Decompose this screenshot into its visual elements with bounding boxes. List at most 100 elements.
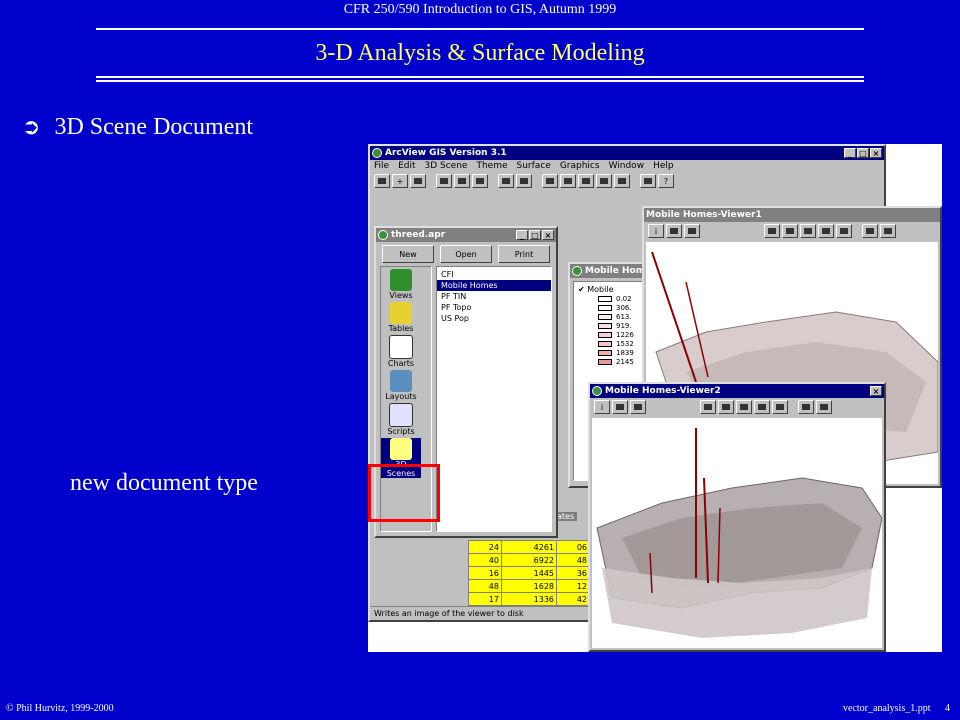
menu-graphics[interactable]: Graphics: [560, 161, 600, 171]
save-image-icon[interactable]: [816, 400, 832, 414]
zoom-in-icon[interactable]: [596, 174, 612, 188]
globe-icon: [390, 269, 412, 291]
title-rule-top: [96, 76, 864, 78]
viewer2-title: Mobile Homes-Viewer2: [605, 386, 721, 396]
zoom-extent-icon[interactable]: [736, 400, 752, 414]
legend-row: 1226: [574, 330, 652, 339]
doc-type-tables[interactable]: Tables: [381, 302, 421, 333]
layer-icon[interactable]: [764, 224, 780, 238]
menu-3d-scene[interactable]: 3D Scene: [425, 161, 468, 171]
list-item[interactable]: US Pop: [437, 313, 551, 324]
menu-edit[interactable]: Edit: [398, 161, 415, 171]
legend-row: 1839: [574, 348, 652, 357]
maximize-button[interactable]: □: [857, 148, 869, 158]
zoom-in-icon[interactable]: [754, 400, 770, 414]
arcview-globe-icon: [372, 148, 382, 158]
list-item[interactable]: PF TIN: [437, 291, 551, 302]
footer-filename: vector_analysis_1.ppt: [843, 703, 931, 714]
slide-title: 3-D Analysis & Surface Modeling: [315, 40, 645, 66]
find-icon[interactable]: [498, 174, 514, 188]
new-button[interactable]: New: [382, 245, 434, 263]
slide-header: CFR 250/590 Introduction to GIS, Autumn …: [343, 2, 617, 17]
table-row[interactable]: 24 4261 06: [468, 540, 590, 554]
info-icon[interactable]: i: [648, 224, 664, 238]
table-grid-icon: [390, 302, 412, 324]
viewer1-titlebar[interactable]: Mobile Homes-Viewer1: [644, 208, 940, 222]
project-titlebar[interactable]: threed.apr _ □ ×: [376, 228, 556, 242]
project-minimize-button[interactable]: _: [516, 230, 528, 240]
table-row[interactable]: 16 1445 36: [468, 566, 590, 580]
layer-icon[interactable]: [700, 400, 716, 414]
info-icon[interactable]: i: [594, 400, 610, 414]
viewer2-canvas[interactable]: [592, 418, 882, 648]
list-item-selected[interactable]: Mobile Homes: [437, 280, 551, 291]
menu-surface[interactable]: Surface: [517, 161, 551, 171]
layer-stack-icon[interactable]: [782, 224, 798, 238]
query-icon[interactable]: [516, 174, 532, 188]
zoom-out-icon[interactable]: [772, 400, 788, 414]
footer-copyright: © Phil Hurvitz, 1999-2000: [6, 703, 114, 714]
table-row[interactable]: 48 1628 12: [468, 579, 590, 593]
zoom-in-icon[interactable]: [818, 224, 834, 238]
rotate-icon[interactable]: [798, 400, 814, 414]
navigate-icon[interactable]: [612, 400, 628, 414]
navigate-icon[interactable]: [666, 224, 682, 238]
layout-icon: [390, 370, 412, 392]
menu-help[interactable]: Help: [653, 161, 674, 171]
zoom-out-icon[interactable]: [614, 174, 630, 188]
zoom-extent-icon[interactable]: [578, 174, 594, 188]
save-image-icon[interactable]: [880, 224, 896, 238]
menu-file[interactable]: File: [374, 161, 389, 171]
zoom-extent-icon[interactable]: [800, 224, 816, 238]
theme-properties-icon[interactable]: [436, 174, 452, 188]
project-maximize-button[interactable]: □: [529, 230, 541, 240]
table-icon[interactable]: [472, 174, 488, 188]
layer-stack-icon[interactable]: [560, 174, 576, 188]
edit-legend-icon[interactable]: [454, 174, 470, 188]
properties-icon[interactable]: [410, 174, 426, 188]
doc-type-layouts[interactable]: Layouts: [381, 370, 421, 401]
legend-row: 919.: [574, 321, 652, 330]
layer-icon[interactable]: [542, 174, 558, 188]
list-item[interactable]: CFI: [437, 269, 551, 280]
header-rule: [96, 28, 864, 30]
viewer2-window[interactable]: Mobile Homes-Viewer2 × i: [588, 382, 886, 652]
rotate-icon[interactable]: [862, 224, 878, 238]
close-button[interactable]: ×: [870, 148, 882, 158]
doc-type-views[interactable]: Views: [381, 269, 421, 300]
menu-window[interactable]: Window: [609, 161, 645, 171]
zoom-out-icon[interactable]: [836, 224, 852, 238]
doc-type-charts[interactable]: Charts: [381, 335, 421, 368]
viewer2-toolbar: i: [590, 398, 884, 416]
doc-type-scripts[interactable]: Scripts: [381, 403, 421, 436]
viewer2-close-button[interactable]: ×: [870, 386, 882, 396]
scene-list[interactable]: CFI Mobile Homes PF TIN PF Topo US Pop: [436, 266, 552, 532]
layer-stack-icon[interactable]: [718, 400, 734, 414]
view-globe-icon: [572, 266, 582, 276]
viewer-icon[interactable]: [640, 174, 656, 188]
project-close-button[interactable]: ×: [542, 230, 554, 240]
fly-icon[interactable]: [684, 224, 700, 238]
viewer2-surface-render: [596, 428, 882, 638]
legend-title[interactable]: ✔ Mobile: [574, 285, 652, 294]
menu-theme[interactable]: Theme: [476, 161, 507, 171]
save-icon[interactable]: [374, 174, 390, 188]
minimize-button[interactable]: _: [844, 148, 856, 158]
arcview-screenshot: ArcView GIS Version 3.1 _ □ × File Edit …: [368, 144, 942, 652]
viewer2-globe-icon: [592, 386, 602, 396]
add-theme-icon[interactable]: +: [392, 174, 408, 188]
table-row[interactable]: 17 1336 42: [468, 592, 590, 606]
table-row[interactable]: 40 6922 48: [468, 553, 590, 567]
help-pointer-icon[interactable]: ?: [658, 174, 674, 188]
arcview-titlebar[interactable]: ArcView GIS Version 3.1 _ □ ×: [370, 146, 884, 160]
menu-bar: File Edit 3D Scene Theme Surface Graphic…: [370, 160, 884, 172]
print-button[interactable]: Print: [498, 245, 550, 263]
fly-icon[interactable]: [630, 400, 646, 414]
project-icon: [378, 230, 388, 240]
open-button[interactable]: Open: [440, 245, 492, 263]
viewer2-titlebar[interactable]: Mobile Homes-Viewer2 ×: [590, 384, 884, 398]
3d-scene-icon: [390, 438, 412, 460]
list-item[interactable]: PF Topo: [437, 302, 551, 313]
viewer1-toolbar: i: [644, 222, 940, 240]
legend-row: 613.: [574, 312, 652, 321]
